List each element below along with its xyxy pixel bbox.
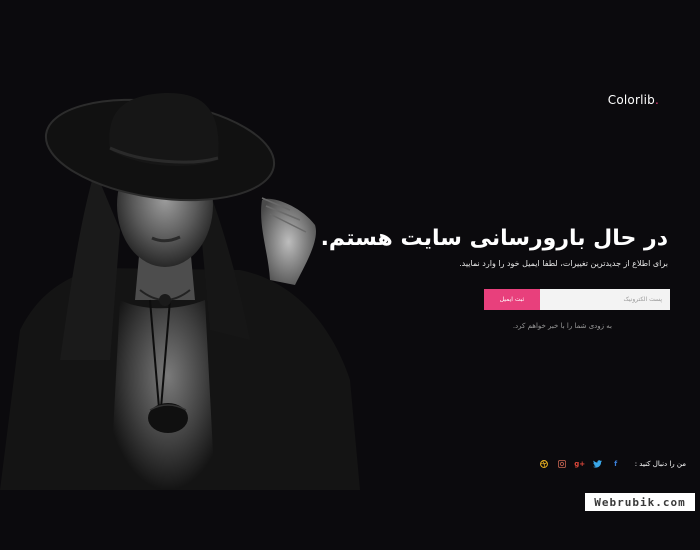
woman-in-hat-image: [0, 0, 360, 490]
page-title: در حال بارورسانی سایت هستم.: [320, 226, 668, 251]
social-bar: من را دنبال کنید : f g+: [531, 459, 686, 469]
page-subtitle: برای اطلاع از جدیدترین تغییرات، لطفا ایم…: [459, 259, 668, 268]
instagram-icon[interactable]: [557, 459, 567, 469]
coming-soon-page: Colorlib. در حال بارورسانی سایت هستم. بر…: [0, 0, 700, 550]
facebook-icon[interactable]: f: [611, 459, 621, 469]
follow-label: من را دنبال کنید :: [634, 460, 686, 468]
logo-text: Colorlib: [607, 93, 655, 107]
info-note: به زودی شما را با خبر خواهم کرد.: [512, 322, 612, 330]
hero-photo: [0, 0, 360, 490]
email-field[interactable]: [540, 289, 670, 310]
google-plus-icon[interactable]: g+: [574, 459, 585, 469]
watermark: Webrubik.com: [585, 493, 695, 511]
subscribe-form: ثبت ایمیل: [484, 289, 670, 310]
twitter-icon[interactable]: [593, 459, 603, 469]
subscribe-button[interactable]: ثبت ایمیل: [484, 289, 540, 310]
logo-dot: .: [654, 93, 659, 107]
brand-logo[interactable]: Colorlib.: [608, 93, 659, 107]
dribbble-icon[interactable]: [539, 459, 549, 469]
